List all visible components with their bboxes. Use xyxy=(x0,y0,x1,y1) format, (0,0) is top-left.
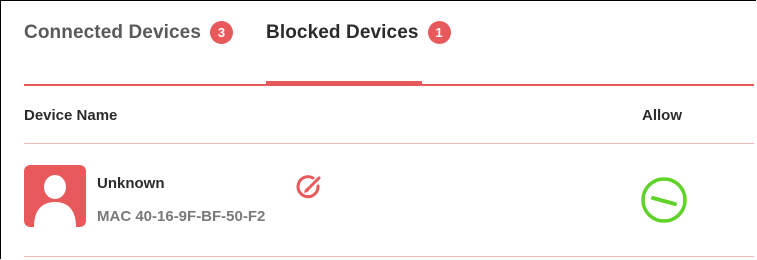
device-name: Unknown xyxy=(97,175,165,192)
column-header-device-name: Device Name xyxy=(24,107,118,124)
device-tabs: Connected Devices 3 Blocked Devices 1 xyxy=(0,0,757,88)
tab-label: Blocked Devices xyxy=(266,21,419,43)
blocked-count-badge: 1 xyxy=(427,21,451,44)
active-tab-indicator xyxy=(266,81,422,86)
tab-connected-devices[interactable]: Connected Devices 3 xyxy=(24,21,233,44)
device-mac-address: MAC 40-16-9F-BF-50-F2 xyxy=(97,208,266,225)
tab-label: Connected Devices xyxy=(24,21,201,43)
remove-circle-icon[interactable] xyxy=(640,176,688,224)
column-header-allow: Allow xyxy=(642,107,682,124)
row-divider xyxy=(24,256,754,257)
tab-blocked-devices[interactable]: Blocked Devices 1 xyxy=(266,21,451,44)
header-divider xyxy=(24,143,754,144)
user-icon xyxy=(24,165,86,227)
connected-count-badge: 3 xyxy=(210,21,233,44)
pencil-icon[interactable] xyxy=(294,172,324,202)
